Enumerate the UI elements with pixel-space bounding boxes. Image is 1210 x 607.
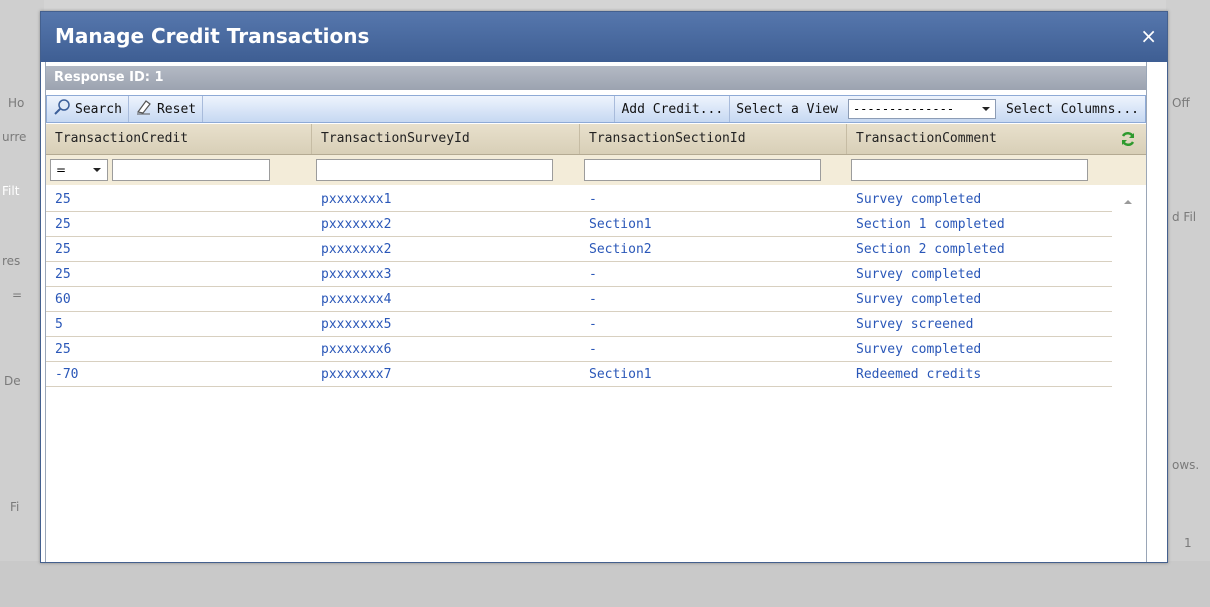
reset-button[interactable]: Reset (129, 96, 204, 122)
refresh-icon[interactable] (1120, 131, 1136, 151)
scroll-up-icon[interactable] (1123, 195, 1133, 210)
column-header-comment[interactable]: TransactionComment (847, 124, 1112, 154)
cell-survey-id: pxxxxxxx7 (312, 363, 580, 387)
table-row[interactable]: 25 pxxxxxxx1 - Survey completed (46, 187, 1114, 212)
cell-credit: 25 (46, 238, 312, 262)
filter-cell-comment (847, 155, 1112, 185)
add-credit-button[interactable]: Add Credit... (614, 96, 731, 122)
cell-survey-id: pxxxxxxx2 (312, 238, 580, 262)
cell-survey-id: pxxxxxxx4 (312, 288, 580, 312)
cell-survey-id: pxxxxxxx2 (312, 213, 580, 237)
chevron-down-icon (92, 163, 102, 177)
dialog-body: Response ID: 1 Search Reset Add Credit..… (45, 62, 1147, 562)
bg-fragment: 1 (1184, 536, 1192, 550)
response-id-header: Response ID: 1 (46, 66, 1146, 90)
cell-credit: 25 (46, 263, 312, 287)
close-icon[interactable]: × (1140, 24, 1157, 48)
cell-credit: 25 (46, 213, 312, 237)
cell-survey-id: pxxxxxxx6 (312, 338, 580, 362)
eraser-icon (135, 98, 157, 120)
table-row[interactable]: 25 pxxxxxxx2 Section2 Section 2 complete… (46, 237, 1114, 262)
bg-fragment: De (4, 374, 21, 388)
table-row[interactable]: 25 pxxxxxxx2 Section1 Section 1 complete… (46, 212, 1114, 237)
cell-credit: 5 (46, 313, 312, 337)
cell-credit: -70 (46, 363, 312, 387)
filter-input-section-id[interactable] (584, 159, 821, 181)
select-view-label: Select a View (736, 101, 838, 117)
table-row[interactable]: 5 pxxxxxxx5 - Survey screened (46, 312, 1114, 337)
bg-fragment: ows. (1172, 458, 1200, 472)
filter-row: = (46, 155, 1146, 185)
background-left-panel (0, 0, 44, 561)
cell-section-id: Section1 (580, 213, 847, 237)
reset-label: Reset (156, 101, 197, 117)
filter-cell-survey-id (312, 155, 580, 185)
dialog-titlebar[interactable]: Manage Credit Transactions × (41, 12, 1167, 62)
search-button[interactable]: Search (47, 96, 129, 122)
grid-toolbar: Search Reset Add Credit... Select a View… (46, 95, 1146, 123)
filter-cell-credit: = (46, 155, 312, 185)
background-right-panel (1166, 0, 1210, 561)
filter-input-credit[interactable] (112, 159, 270, 181)
cell-survey-id: pxxxxxxx3 (312, 263, 580, 287)
chevron-down-icon (981, 102, 991, 116)
table-row[interactable]: 60 pxxxxxxx4 - Survey completed (46, 287, 1114, 312)
bg-fragment: Ho (8, 96, 25, 110)
bg-fragment: Fi (10, 500, 20, 514)
vertical-scrollbar[interactable] (1118, 187, 1138, 607)
cell-comment: Survey completed (847, 263, 1112, 287)
cell-section-id: - (580, 313, 847, 337)
table-row[interactable]: -70 pxxxxxxx7 Section1 Redeemed credits (46, 362, 1114, 387)
search-icon (53, 98, 75, 120)
view-select-value: -------------- (852, 102, 955, 116)
cell-credit: 25 (46, 338, 312, 362)
cell-comment: Survey completed (847, 188, 1112, 212)
cell-comment: Survey completed (847, 288, 1112, 312)
bg-fragment: d Fil (1172, 210, 1197, 224)
cell-section-id: - (580, 263, 847, 287)
cell-survey-id: pxxxxxxx5 (312, 313, 580, 337)
filter-input-comment[interactable] (851, 159, 1088, 181)
grid-rows: 25 pxxxxxxx1 - Survey completed 25 pxxxx… (46, 187, 1114, 387)
bg-fragment: res (2, 254, 21, 268)
bg-fragment: urre (2, 130, 27, 144)
bg-fragment: Filt (2, 184, 20, 198)
cell-credit: 60 (46, 288, 312, 312)
column-header-credit[interactable]: TransactionCredit (46, 124, 312, 154)
column-header-section-id[interactable]: TransactionSectionId (580, 124, 847, 154)
cell-comment: Section 2 completed (847, 238, 1112, 262)
filter-operator-select[interactable]: = (50, 159, 108, 181)
cell-section-id: Section1 (580, 363, 847, 387)
cell-section-id: - (580, 338, 847, 362)
cell-section-id: - (580, 288, 847, 312)
table-row[interactable]: 25 pxxxxxxx3 - Survey completed (46, 262, 1114, 287)
cell-comment: Redeemed credits (847, 363, 1112, 387)
cell-survey-id: pxxxxxxx1 (312, 188, 580, 212)
table-row[interactable]: 25 pxxxxxxx6 - Survey completed (46, 337, 1114, 362)
filter-operator-value: = (56, 163, 67, 177)
column-header-survey-id[interactable]: TransactionSurveyId (312, 124, 580, 154)
search-label: Search (75, 101, 122, 117)
bg-fragment: Off (1172, 96, 1190, 110)
manage-credit-dialog: Manage Credit Transactions × Response ID… (40, 11, 1168, 563)
dialog-title: Manage Credit Transactions (55, 24, 370, 48)
grid-header: TransactionCredit TransactionSurveyId Tr… (46, 124, 1146, 155)
filter-input-survey-id[interactable] (316, 159, 553, 181)
view-select[interactable]: -------------- (847, 99, 996, 119)
cell-comment: Section 1 completed (847, 213, 1112, 237)
cell-credit: 25 (46, 188, 312, 212)
filter-cell-section-id (580, 155, 847, 185)
cell-comment: Survey completed (847, 338, 1112, 362)
select-columns-button[interactable]: Select Columns... (1000, 96, 1145, 122)
cell-section-id: Section2 (580, 238, 847, 262)
cell-comment: Survey screened (847, 313, 1112, 337)
bg-fragment: = (12, 288, 23, 302)
cell-section-id: - (580, 188, 847, 212)
